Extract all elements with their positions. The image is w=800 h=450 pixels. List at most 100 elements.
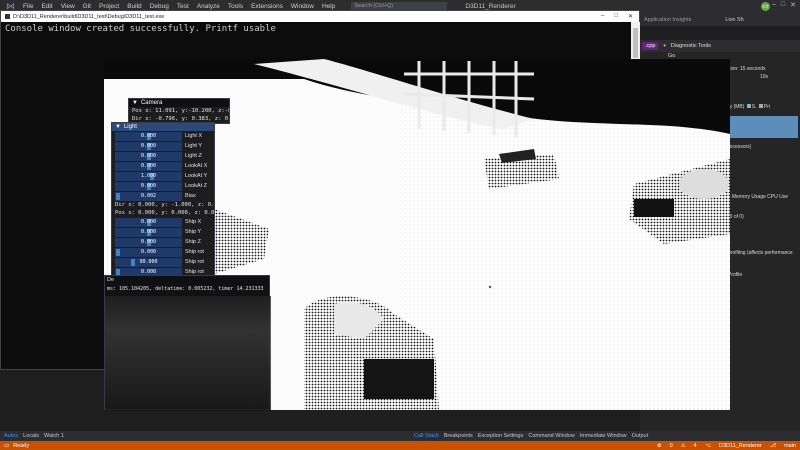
memory-label: ry (MB) [728,104,745,110]
menu-item[interactable]: Analyze [197,3,220,10]
diagnostic-tabs[interactable]: s Memory Usage CPU Use [728,194,788,200]
slider[interactable]: 1.000 [115,172,182,181]
camera-panel-title[interactable]: ▼ Camera [129,99,229,107]
camera-title: Camera [140,100,163,106]
slider[interactable]: 0.000 [115,132,182,141]
menu-item[interactable]: Test [177,3,189,10]
tool-tab[interactable]: Exception Settings [478,433,524,439]
tool-tab[interactable]: Call Stack [414,433,439,439]
warning-icon[interactable]: ⚠ [681,443,686,449]
ready-icon: ▭ [4,442,10,449]
slider-row: 0.000 LookAt Z [115,182,214,191]
app-title: D3D11_Renderer [465,3,516,10]
project-name[interactable]: D3D11_Renderer [719,443,762,449]
light-panel-title[interactable]: ▼ Light [112,123,214,131]
slider-label: LookAt X [185,163,208,169]
tool-tab[interactable]: Breakpoints [444,433,473,439]
slider-label: LookAt Z [185,183,208,189]
slider-value: 90.000 [139,259,158,265]
slider-row: 0.000 Ship X [115,218,214,227]
light-panel[interactable]: ▼ Light 0.000 Light X 0.000 Light Y 0.000 Lig… [111,122,215,278]
warning-count[interactable]: 4 [694,443,697,449]
slider-value: 0.000 [140,153,157,159]
slider[interactable]: 0.000 [115,228,182,237]
slider-label: Light X [185,133,203,139]
tool-tab[interactable]: Command Window [528,433,574,439]
slider-row: 0.000 LookAt X [115,162,214,171]
console-window-controls: – □ ✕ [601,13,633,20]
camera-panel[interactable]: ▼ Camera Pos x: 11.091, y:-10.200, z:-8(… [128,98,230,124]
minimize-icon[interactable]: – [772,1,776,9]
slider-value: 0.000 [140,229,157,235]
tool-tab[interactable]: Locals [23,433,39,439]
cpu-processors-label: rocessors) [728,144,752,150]
debug-panel[interactable]: De ms: 105.104205, deltatime: 0.005232, … [104,275,271,411]
collapse-arrow-icon[interactable]: ▼ [132,99,138,107]
menu-item[interactable]: Build [127,3,141,10]
camera-position: Pos x: 11.091, y:-10.200, z:-8( [132,108,229,114]
slider-value: 0.000 [140,183,157,189]
slider[interactable]: 0.002 [115,192,182,201]
console-scroll-thumb[interactable] [633,28,638,58]
slider-row: 0.000 Light X [115,132,214,141]
menu-item[interactable]: Window [291,3,314,10]
menu-item[interactable]: Debug [150,3,169,10]
menu-item[interactable]: File [23,3,33,10]
slider[interactable]: 0.000 [115,142,182,151]
menu-item[interactable]: Project [99,3,119,10]
slider-value: 0.000 [140,163,157,169]
application-insights-button[interactable]: Application Insights [644,17,691,23]
profile-button[interactable]: Profile [728,272,742,278]
slider[interactable]: 90.000 [115,258,182,267]
error-icon[interactable]: ⊗ [657,443,662,449]
error-count[interactable]: 0 [670,443,673,449]
diagnostic-tools-title: Diagnostic Tools [670,43,711,49]
close-icon[interactable]: ✕ [790,1,796,9]
slider[interactable]: 0.000 [115,238,182,247]
slider-value: 1.000 [140,173,157,179]
slider[interactable]: 0.000 [115,182,182,191]
vs-toolbar: Application Insights Live Sh [640,13,800,26]
menu-item[interactable]: Extensions [251,3,283,10]
slider-value: 0.000 [140,219,157,225]
private-legend-icon [758,104,763,108]
slider-label: Bias [185,193,196,199]
slider[interactable]: 0.000 [115,248,182,257]
process-memory-label: ry (MB) S. Pri [728,104,770,110]
status-ready: Ready [13,442,30,449]
tab-cpp-file[interactable]: .cpp [642,42,659,50]
minimize-icon[interactable]: – [601,13,604,20]
light-sliders: 0.000 Light X 0.000 Light Y 0.000 Light Z 0.00… [112,132,214,201]
slider[interactable]: 0.000 [115,218,182,227]
console-output: Console window created successfully. Pri… [5,24,276,34]
tool-tab[interactable]: Immediate Window [580,433,627,439]
menu-item[interactable]: Tools [228,3,243,10]
branch-icon: ⎇ [769,442,777,449]
avatar[interactable]: CT [761,2,770,11]
bottom-tabs-right: Call Stack Breakpoints Exception Settings C… [410,431,800,441]
collapse-arrow-icon[interactable]: ▼ [115,123,121,131]
menu-item[interactable]: Git [83,3,91,10]
slider-row: 0.002 Bias [115,192,214,201]
maximize-icon[interactable]: □ [781,1,785,9]
live-share-button[interactable]: Live Sh [725,17,743,23]
menu-item[interactable]: Edit [41,3,52,10]
branch-name[interactable]: main [784,443,796,449]
menu-item[interactable]: Help [322,3,335,10]
debug-panel-title[interactable]: De [105,276,269,285]
legend-snapshot: S. [751,104,757,110]
tool-tab[interactable]: Watch 1 [44,433,64,439]
tool-tab[interactable]: Output [632,433,649,439]
slider-value: 0.002 [140,193,157,199]
slider[interactable]: 0.000 [115,152,182,161]
slider-row: 0.000 Ship Y [115,228,214,237]
status-right: ⊗ 0 ⚠ 4 ⌥ D3D11_Renderer ⎇ main [657,441,796,450]
slider[interactable]: 0.000 [115,162,182,171]
menu-item[interactable]: View [61,3,75,10]
maximize-icon[interactable]: □ [614,13,618,20]
pin-icon[interactable]: ▾ [663,43,666,49]
tool-tab[interactable]: Autos [4,433,18,439]
slider-row: 90.000 Ship rot [115,258,214,267]
close-icon[interactable]: ✕ [628,13,633,20]
window-controls: – □ ✕ [772,1,796,9]
